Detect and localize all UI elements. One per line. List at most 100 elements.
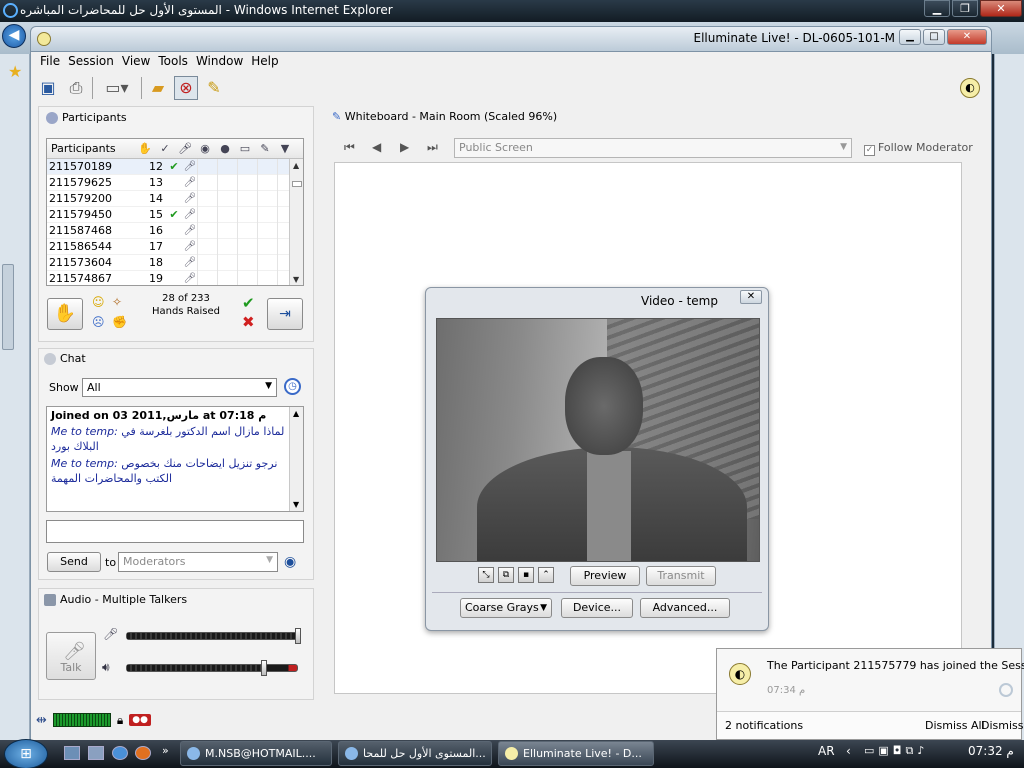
thumbs-emoticon-icon[interactable]: ✊: [112, 315, 127, 329]
chat-show-select[interactable]: All ▼: [82, 378, 277, 397]
raise-hand-button[interactable]: ✋: [47, 298, 83, 330]
start-button[interactable]: ⊞: [4, 739, 48, 768]
follow-moderator-checkbox[interactable]: ✓ Follow Moderator: [864, 141, 973, 156]
menu-window[interactable]: Window: [192, 52, 247, 72]
chat-log[interactable]: Joined on 03 مارس,2011 at 07:18 م Me to …: [46, 406, 304, 512]
applause-emoticon-icon[interactable]: ✧: [112, 295, 122, 309]
video-column-icon[interactable]: ◉: [195, 142, 215, 155]
menu-tools[interactable]: Tools: [154, 52, 192, 72]
screen-select[interactable]: Public Screen ▼: [454, 138, 852, 158]
video-resize-icon[interactable]: ⤡: [478, 567, 494, 583]
eye-icon[interactable]: ◉: [284, 554, 296, 570]
participant-row[interactable]: 211579200 14 🎤︎: [47, 190, 303, 207]
participant-row[interactable]: 211574867 19 🎤︎: [47, 270, 303, 285]
scroll-down-icon[interactable]: ▼: [293, 500, 299, 509]
preview-button[interactable]: Preview: [570, 566, 640, 586]
participant-row[interactable]: 211586544 17 🎤︎: [47, 238, 303, 255]
back-button[interactable]: ◀: [2, 24, 26, 48]
el-maximize-button[interactable]: □: [923, 29, 945, 45]
transmit-button[interactable]: Transmit: [646, 566, 716, 586]
scroll-down-icon[interactable]: ▼: [293, 275, 299, 284]
dismiss-all-link[interactable]: Dismiss All: [925, 719, 985, 732]
firefox-quicklaunch-icon[interactable]: [135, 746, 151, 760]
participant-row[interactable]: 211570189 12 ✔ 🎤︎: [47, 158, 303, 175]
prev-page-icon[interactable]: ◀: [372, 140, 381, 154]
video-collapse-icon[interactable]: ⌃: [538, 567, 554, 583]
yes-check-icon[interactable]: ✔: [242, 294, 255, 312]
column-menu-chevron-down-icon[interactable]: ▼: [275, 142, 295, 155]
dismiss-link[interactable]: Dismiss: [981, 719, 1024, 732]
task-hotmail[interactable]: M.NSB@HOTMAIL....: [180, 741, 332, 766]
el-minimize-button[interactable]: ▁: [899, 29, 921, 45]
scroll-up-icon[interactable]: ▲: [293, 161, 299, 170]
scroll-thumb[interactable]: [292, 181, 302, 187]
chat-input[interactable]: [46, 520, 304, 543]
speaker-volume-fill: [127, 665, 263, 671]
mic-volume-knob[interactable]: [295, 628, 301, 644]
participant-row[interactable]: 211587468 16 🎤︎: [47, 222, 303, 239]
page-scrollbar[interactable]: [2, 264, 14, 350]
task-elluminate[interactable]: Elluminate Live! - D...: [498, 741, 654, 766]
whiteboard-column-icon[interactable]: ✎: [255, 142, 275, 155]
video-mode-select[interactable]: Coarse Grays ▼: [460, 598, 552, 618]
menu-view[interactable]: View: [118, 52, 154, 72]
participants-column-header[interactable]: Participants: [47, 142, 135, 155]
tray-expand-icon[interactable]: ‹: [846, 744, 851, 758]
tray-icons[interactable]: ▭▣◘⧉♪: [864, 744, 928, 758]
favorites-star-icon[interactable]: ★: [8, 62, 22, 81]
participant-row[interactable]: 211579625 13 🎤︎: [47, 174, 303, 191]
minimize-button[interactable]: ▁: [924, 0, 950, 17]
ie-quicklaunch-icon[interactable]: [112, 746, 128, 760]
language-indicator[interactable]: AR: [818, 744, 835, 758]
load-content-icon[interactable]: ▰: [146, 76, 170, 100]
show-desktop-icon[interactable]: [64, 746, 80, 760]
clock[interactable]: 07:32 م: [968, 744, 1014, 758]
video-snapshot-icon[interactable]: ▪: [518, 567, 534, 583]
save-icon[interactable]: ▣: [36, 76, 60, 100]
participant-row[interactable]: 211579450 15 ✔ 🎤︎: [47, 206, 303, 223]
status-ear-icon[interactable]: ◐: [960, 78, 980, 98]
speaker-volume-slider[interactable]: [126, 664, 298, 672]
device-button[interactable]: Device...: [561, 598, 633, 618]
close-button[interactable]: ✕: [980, 0, 1022, 17]
check-column-icon[interactable]: ✓: [155, 142, 175, 155]
recording-icon[interactable]: ●●: [129, 714, 152, 726]
chat-column-icon[interactable]: ●: [215, 142, 235, 155]
video-popout-icon[interactable]: ⧉: [498, 567, 514, 583]
participant-list-scrollbar[interactable]: ▲ ▼: [289, 159, 303, 285]
hand-column-icon[interactable]: ✋: [135, 142, 155, 155]
notes-icon[interactable]: ✎: [202, 76, 226, 100]
confused-emoticon-icon[interactable]: ☹: [92, 315, 105, 329]
first-page-icon[interactable]: ⏮: [344, 140, 355, 155]
app-share-column-icon[interactable]: ▭: [235, 142, 255, 155]
next-page-icon[interactable]: ▶: [400, 140, 409, 154]
menu-help[interactable]: Help: [247, 52, 282, 72]
mic-column-icon[interactable]: 🎤︎: [175, 142, 195, 155]
send-button[interactable]: Send: [47, 552, 101, 572]
step-away-button[interactable]: ⇥: [267, 298, 303, 330]
disconnect-icon[interactable]: ⊗: [174, 76, 198, 100]
last-page-icon[interactable]: ⏭: [427, 140, 438, 155]
talk-button[interactable]: 🎤︎ Talk: [46, 632, 96, 680]
clock-icon[interactable]: ◷: [284, 378, 301, 395]
smile-emoticon-icon[interactable]: ☺: [92, 295, 105, 309]
no-x-icon[interactable]: ✖: [242, 313, 255, 331]
menu-session[interactable]: Session: [64, 52, 118, 72]
restore-button[interactable]: ❐: [952, 0, 978, 17]
chat-log-scrollbar[interactable]: ▲ ▼: [289, 407, 303, 511]
layout-icon[interactable]: ▭▾: [97, 76, 137, 100]
video-close-icon[interactable]: ✕: [740, 290, 762, 304]
participant-row[interactable]: 211573604 18 🎤︎: [47, 254, 303, 271]
speaker-volume-knob[interactable]: [261, 660, 267, 676]
chat-recipient-select[interactable]: Moderators ▼: [118, 552, 278, 572]
mic-volume-slider[interactable]: [126, 632, 298, 640]
quicklaunch-more-icon[interactable]: »: [162, 744, 169, 757]
task-ie[interactable]: المستوى الأول حل للمحا...: [338, 741, 492, 766]
scroll-up-icon[interactable]: ▲: [293, 409, 299, 418]
el-close-button[interactable]: ✕: [947, 29, 987, 45]
switch-windows-icon[interactable]: [88, 746, 104, 760]
menu-file[interactable]: File: [36, 52, 64, 72]
participant-list[interactable]: Participants ✋ ✓ 🎤︎ ◉ ● ▭ ✎ ▼ 211570189 1…: [46, 138, 304, 286]
print-icon[interactable]: ⎙: [64, 76, 88, 100]
advanced-button[interactable]: Advanced...: [640, 598, 730, 618]
